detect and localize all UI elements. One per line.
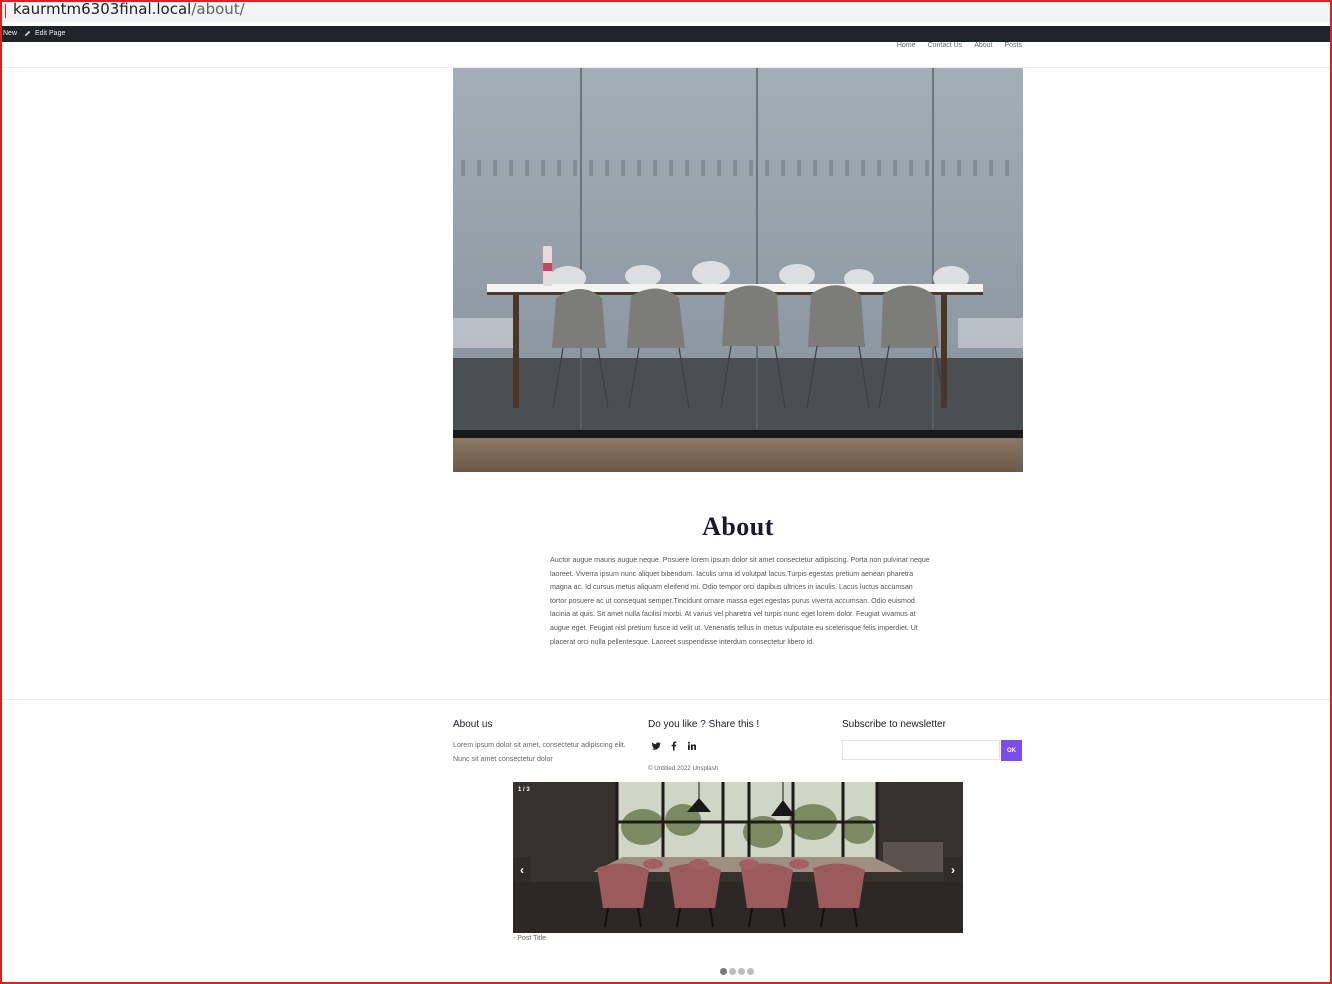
slider-pagination [720, 968, 754, 975]
slider-dot-2[interactable] [729, 968, 736, 975]
slider-image [513, 782, 963, 933]
twitter-icon[interactable] [651, 741, 661, 751]
post-slider[interactable] [513, 782, 963, 933]
admin-edit-page-link[interactable]: Edit Page [35, 30, 65, 38]
facebook-icon[interactable] [669, 741, 679, 751]
hero-image-graphic [453, 68, 1023, 472]
nav-item-contact-us[interactable]: Contact Us [928, 42, 963, 52]
page-title: About [702, 512, 774, 541]
slide-post-title[interactable]: - Post Title [513, 935, 546, 942]
admin-bar: New Edit Page [2, 26, 1330, 42]
nav-item-about[interactable]: About [974, 42, 992, 52]
nav-item-posts[interactable]: Posts [1004, 42, 1022, 52]
newsletter-email-input[interactable] [842, 740, 1000, 760]
url-text[interactable]: kaurmtm6303final.local/about/ [13, 0, 245, 18]
pencil-icon [24, 30, 31, 37]
slider-dot-4[interactable] [747, 968, 754, 975]
slider-dot-3[interactable] [738, 968, 745, 975]
footer-newsletter-title: Subscribe to newsletter [842, 719, 946, 730]
newsletter-submit-button[interactable]: OK [1001, 740, 1022, 761]
slider-prev-button[interactable]: ‹ [513, 857, 531, 883]
hero-image [453, 68, 1023, 472]
site-header: Home Contact Us About Posts [2, 42, 1330, 68]
slide-counter: 1 / 3 [518, 787, 530, 793]
linkedin-icon[interactable] [687, 741, 697, 751]
main-nav: Home Contact Us About Posts [897, 42, 1022, 52]
url-host: kaurmtm6303final.local [13, 0, 192, 18]
admin-new-link[interactable]: New [3, 30, 17, 38]
footer-divider [2, 699, 1330, 700]
footer-about-title: About us [453, 719, 493, 730]
footer-copyright: © Untitled 2022 Unsplash [648, 765, 719, 772]
address-bar[interactable]: kaurmtm6303final.local/about/ [2, 0, 1330, 22]
slider-next-button[interactable]: › [944, 857, 962, 883]
nav-item-home[interactable]: Home [897, 42, 916, 52]
about-body-text: Auctor augue mauris augue neque. Posuere… [550, 556, 930, 646]
url-path: /about/ [191, 0, 245, 18]
footer-about-text: Lorem ipsum dolor sit amet, consectetur … [453, 741, 626, 763]
text-cursor [5, 4, 6, 18]
slider-dot-1[interactable] [720, 968, 727, 975]
footer-share-title: Do you like ? Share this ! [648, 719, 760, 730]
